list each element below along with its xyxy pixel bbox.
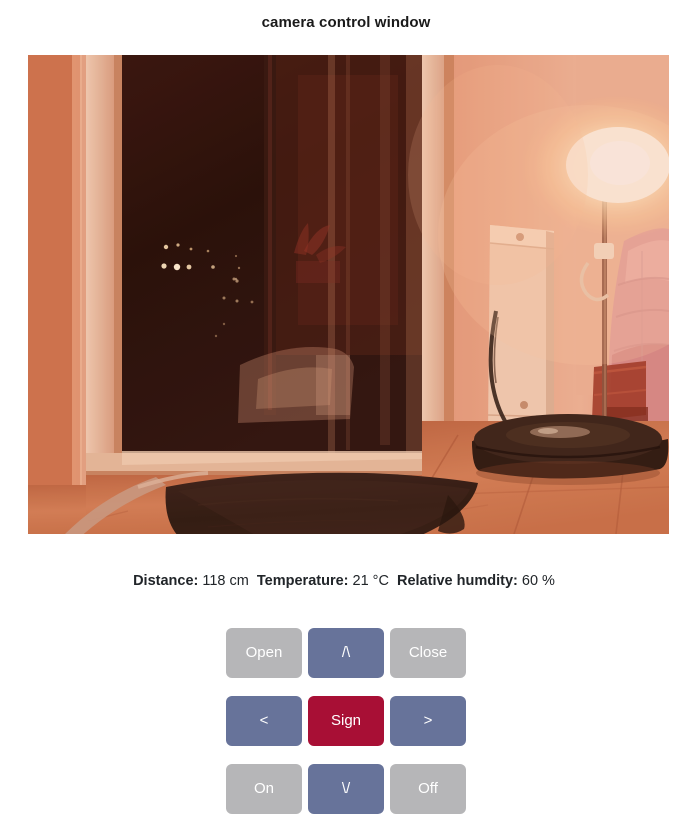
up-button[interactable]: /\ bbox=[308, 628, 384, 678]
control-row-bottom: On \/ Off bbox=[226, 764, 466, 814]
left-button[interactable]: < bbox=[226, 696, 302, 746]
sensor-humidity-value: 60 % bbox=[521, 573, 555, 589]
camera-control-page: camera control window Distance: 118 cm T… bbox=[0, 0, 692, 833]
sensor-temperature-value: 21 °C bbox=[352, 573, 389, 589]
down-button[interactable]: \/ bbox=[308, 764, 384, 814]
on-button[interactable]: On bbox=[226, 764, 302, 814]
open-button[interactable]: Open bbox=[226, 628, 302, 678]
sensor-humidity-label: Relative humdity: bbox=[396, 573, 518, 589]
camera-feed-image bbox=[28, 55, 669, 534]
off-button[interactable]: Off bbox=[390, 764, 466, 814]
sensor-distance-label: Distance: bbox=[133, 573, 199, 589]
sign-button[interactable]: Sign bbox=[308, 696, 384, 746]
right-button[interactable]: > bbox=[390, 696, 466, 746]
sensor-humidity: Relative humdity: 60 % bbox=[397, 573, 555, 589]
sensor-readout: Distance: 118 cm Temperature: 21 °C Rela… bbox=[0, 571, 692, 591]
close-button[interactable]: Close bbox=[390, 628, 466, 678]
control-row-middle: < Sign > bbox=[226, 696, 466, 746]
page-title: camera control window bbox=[261, 14, 431, 31]
sensor-distance-value: 118 cm bbox=[202, 573, 249, 589]
control-row-top: Open /\ Close bbox=[226, 628, 466, 678]
sensor-temperature: Temperature: 21 °C bbox=[257, 573, 393, 589]
sensor-distance: Distance: 118 cm bbox=[133, 573, 253, 589]
control-pad: Open /\ Close < Sign > On \/ Off bbox=[0, 628, 692, 814]
camera-feed bbox=[28, 55, 669, 534]
sensor-temperature-label: Temperature: bbox=[256, 573, 349, 589]
